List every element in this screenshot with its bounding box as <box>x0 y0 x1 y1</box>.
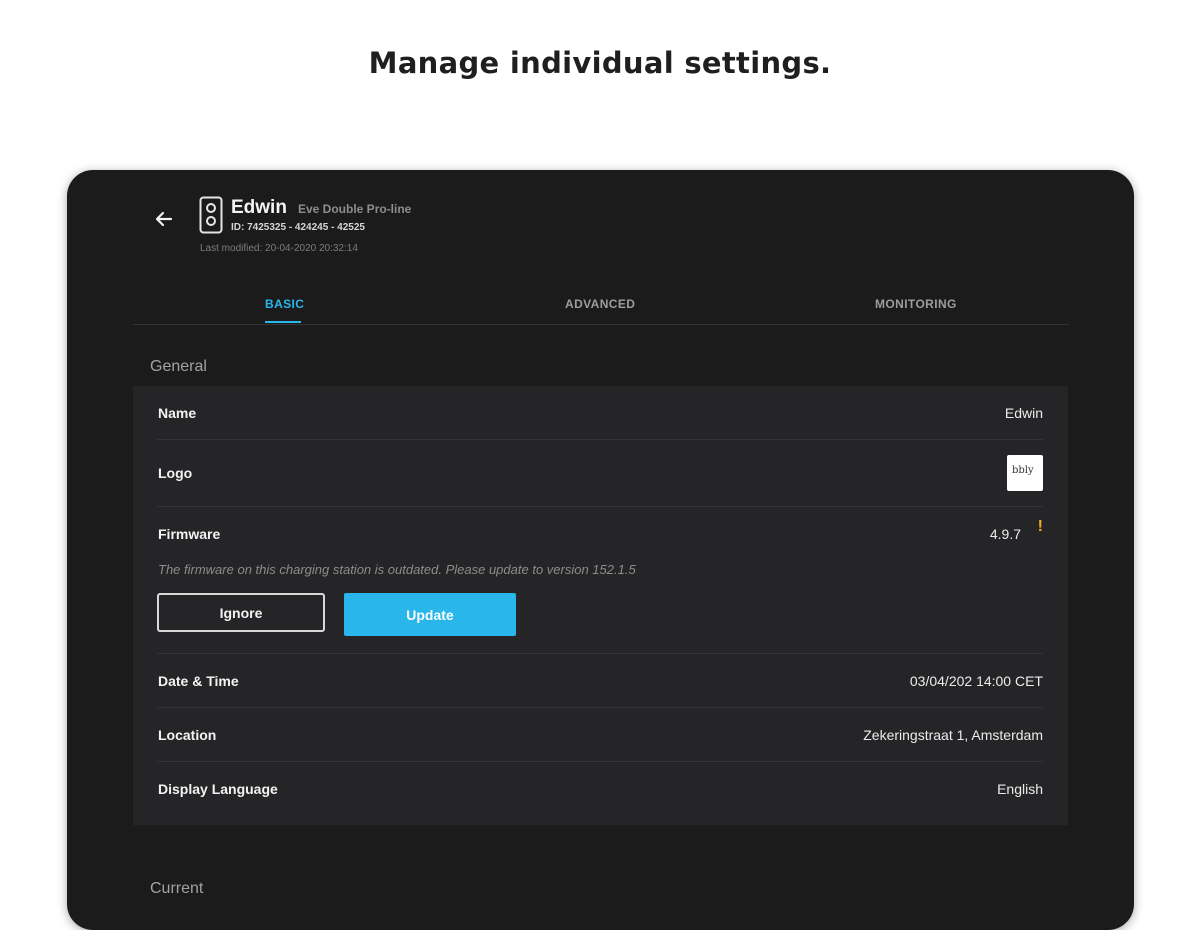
charging-station-icon <box>199 196 223 234</box>
tab-advanced[interactable]: ADVANCED <box>565 297 635 311</box>
tab-basic[interactable]: BASIC <box>265 297 304 311</box>
page-headline: Manage individual settings. <box>368 46 832 80</box>
station-model: Eve Double Pro-line <box>298 202 412 216</box>
name-label: Name <box>158 405 197 421</box>
language-label: Display Language <box>158 781 278 797</box>
setting-row-language[interactable]: Display Language English <box>157 761 1043 815</box>
setting-row-location[interactable]: Location Zekeringstraat 1, Amsterdam <box>157 707 1043 762</box>
active-tab-indicator <box>265 321 301 323</box>
logo-label: Logo <box>158 465 193 481</box>
firmware-version: 4.9.7 <box>989 526 1021 542</box>
setting-row-datetime[interactable]: Date & Time 03/04/202 14:00 CET <box>157 653 1043 708</box>
exclamation-icon: ! <box>1037 518 1043 535</box>
tab-bar: BASIC ADVANCED MONITORING <box>133 288 1069 325</box>
datetime-value: 03/04/202 14:00 CET <box>909 673 1043 689</box>
firmware-label: Firmware <box>158 526 221 542</box>
setting-row-logo[interactable]: Logo bbly <box>157 439 1043 507</box>
last-modified: Last modified: 20-04-2020 20:32:14 <box>200 243 358 254</box>
section-current-label: Current <box>150 880 204 897</box>
section-general-label: General <box>150 358 207 375</box>
location-value: Zekeringstraat 1, Amsterdam <box>863 727 1043 743</box>
firmware-outdated-note: The firmware on this charging station is… <box>158 562 636 577</box>
datetime-label: Date & Time <box>158 673 239 689</box>
back-arrow-icon[interactable] <box>151 206 177 232</box>
tab-monitoring[interactable]: MONITORING <box>875 297 957 311</box>
language-value: English <box>997 781 1043 797</box>
general-settings-panel: Name Edwin Logo bbly Firmware 4.9.7 ! Th… <box>133 386 1068 825</box>
ignore-button[interactable]: Ignore <box>157 593 325 632</box>
station-name: Edwin <box>231 197 287 218</box>
logo-thumbnail[interactable]: bbly <box>1007 455 1043 491</box>
setting-row-firmware: Firmware 4.9.7 ! The firmware on this ch… <box>157 506 1043 654</box>
setting-row-name[interactable]: Name Edwin <box>157 386 1043 440</box>
update-button[interactable]: Update <box>344 593 516 636</box>
station-id: ID: 7425325 - 424245 - 42525 <box>231 222 365 233</box>
name-value: Edwin <box>1004 405 1043 421</box>
location-label: Location <box>158 727 217 743</box>
tablet-screen: Edwin Eve Double Pro-line ID: 7425325 - … <box>67 170 1134 930</box>
logo-thumbnail-text: bbly <box>1012 465 1034 476</box>
